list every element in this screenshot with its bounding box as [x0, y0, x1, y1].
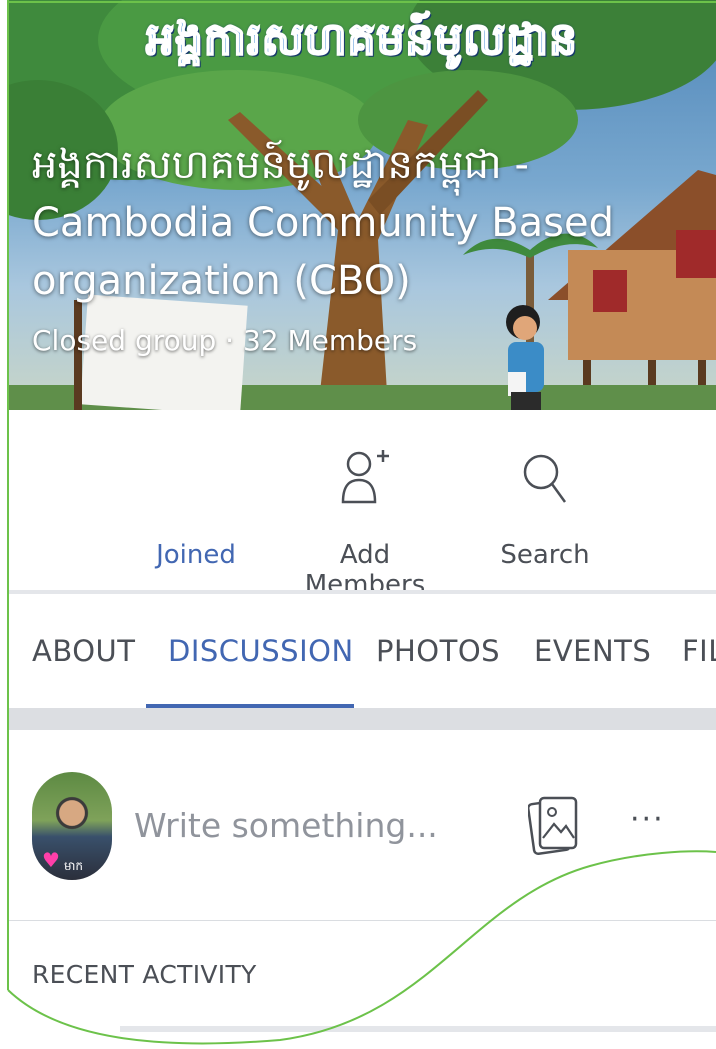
- write-something-input[interactable]: Write something...: [134, 806, 438, 845]
- add-members-button[interactable]: Add Members: [280, 440, 450, 600]
- tab-discussion[interactable]: DISCUSSION: [168, 634, 354, 668]
- search-button[interactable]: Search: [490, 440, 600, 570]
- group-tabs: ABOUT DISCUSSION PHOTOS EVENTS FIL: [8, 594, 716, 708]
- group-page: អង្គការសហគមន៍មូលដ្ឋាន អង្គការសហគមន៍មូលដ្…: [0, 0, 716, 1049]
- recent-activity-heading: RECENT ACTIVITY: [32, 960, 257, 989]
- group-cover[interactable]: អង្គការសហគមន៍មូលដ្ឋាន អង្គការសហគមន៍មូលដ្…: [8, 0, 716, 410]
- search-label: Search: [500, 540, 590, 570]
- post-composer: ♥ មាក Write something... ···: [8, 730, 716, 920]
- tab-files[interactable]: FIL: [682, 634, 716, 668]
- cover-banner-text: អង្គការសហគមន៍មូលដ្ឋាន: [145, 13, 578, 66]
- joined-label: Joined: [156, 540, 236, 570]
- add-person-icon: [341, 450, 389, 504]
- avatar[interactable]: ♥ មាក: [32, 772, 112, 880]
- heart-icon: ♥: [42, 848, 60, 872]
- joined-button[interactable]: Joined: [136, 440, 256, 570]
- tab-photos[interactable]: PHOTOS: [376, 634, 500, 668]
- group-privacy-member-count[interactable]: Closed group · 32 Members: [32, 324, 417, 357]
- group-title: អង្គការសហគមន៍មូលដ្ឋានកម្ពុជា - Cambodia …: [32, 142, 615, 304]
- avatar-tag: មាក: [64, 859, 84, 873]
- tab-events[interactable]: EVENTS: [534, 634, 651, 668]
- more-options-button[interactable]: ···: [630, 802, 665, 837]
- tab-about[interactable]: ABOUT: [32, 634, 136, 668]
- magnifier-icon: [523, 454, 567, 503]
- composer-divider: [8, 920, 716, 921]
- recent-activity-divider: [120, 1026, 716, 1032]
- section-gap: [8, 708, 716, 730]
- group-action-row: Joined Add Members Search: [8, 410, 716, 600]
- photo-icon[interactable]: [528, 792, 580, 858]
